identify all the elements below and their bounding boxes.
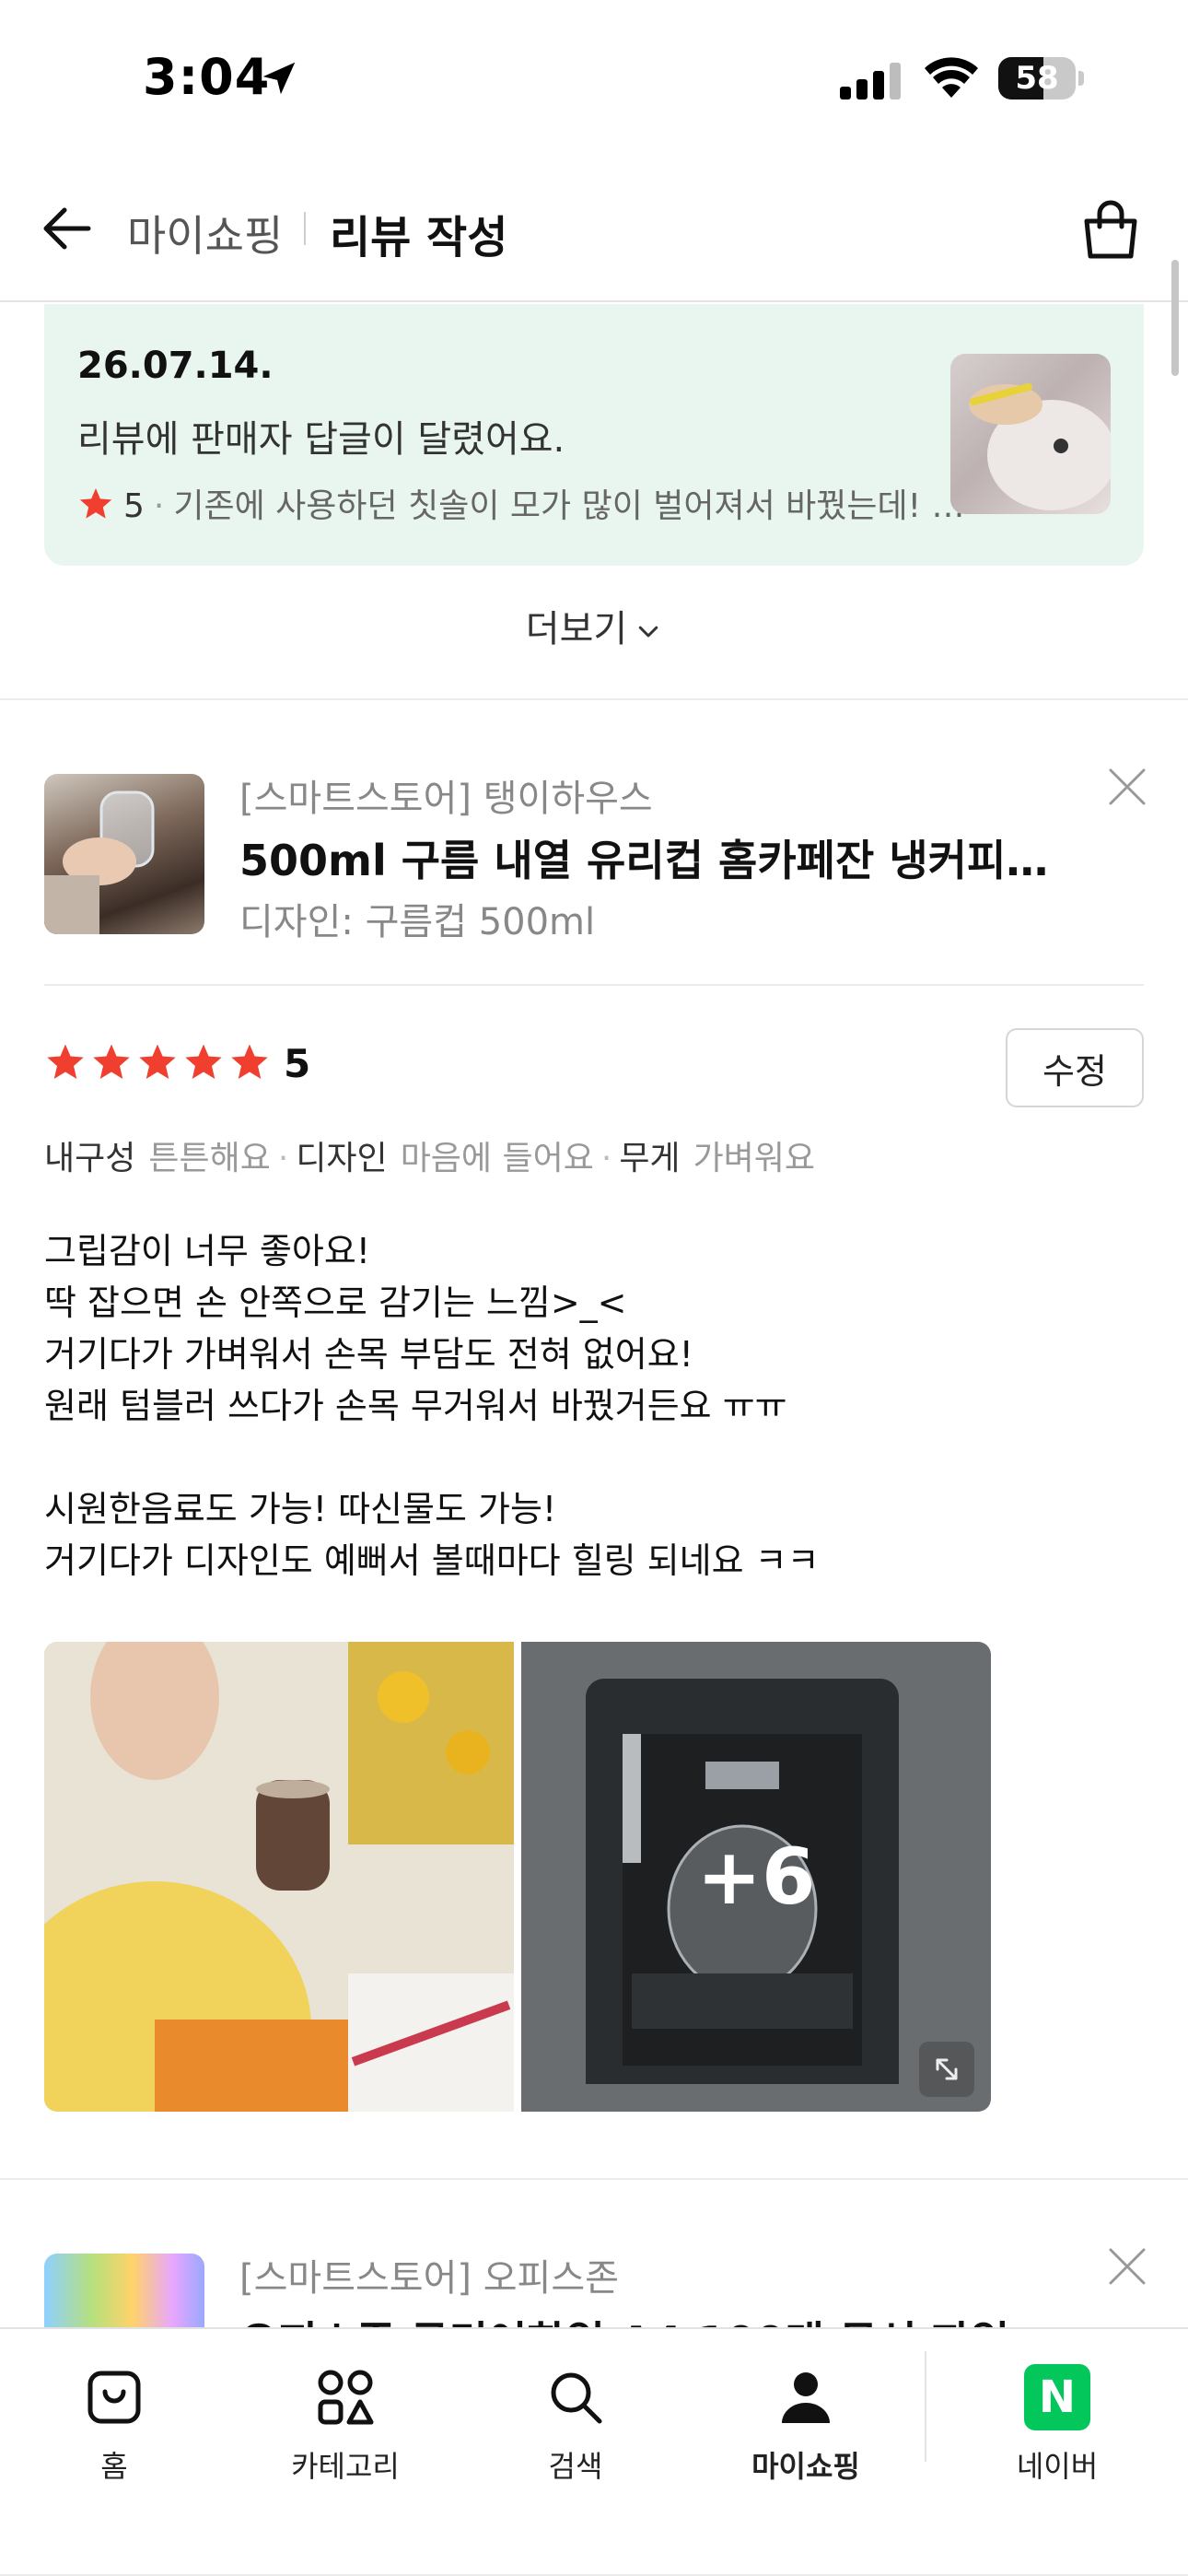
expand-icon[interactable] [919, 2042, 974, 2097]
breadcrumb-my-shopping[interactable]: 마이쇼핑 [127, 203, 283, 263]
cellular-signal-icon [840, 63, 901, 100]
product-option: 디자인: 구름컵 500ml [239, 901, 596, 943]
naver-n-icon: N [1024, 2364, 1090, 2430]
tab-label: 네이버 [1016, 2449, 1099, 2484]
notice-date: 26.07.14. [77, 345, 274, 387]
bottom-tab-bar: 홈 카테고리 검색 마이쇼핑 N 네이버 [0, 2327, 1188, 2576]
shopping-bag-icon[interactable] [1077, 197, 1144, 263]
star-icon [185, 1044, 222, 1080]
category-grid-icon [318, 2370, 374, 2425]
more-button[interactable]: 더보기 [0, 599, 1188, 652]
product-store: [스마트스토어] 오피스존 [239, 2257, 619, 2300]
attr-label: 무게 [619, 1140, 681, 1177]
notice-review-summary: 5 · 기존에 사용하던 칫솔이 모가 많이 벌어져서 바꿨는데! 만족해요 [77, 479, 971, 531]
home-bag-icon [87, 2371, 141, 2424]
chevron-down-icon [638, 626, 658, 638]
close-icon[interactable] [1107, 2246, 1147, 2287]
notice-rating: 5 [123, 487, 145, 525]
star-icon [231, 1044, 268, 1080]
scrollbar[interactable] [1171, 260, 1179, 376]
review-photo-more[interactable]: +6 [521, 1642, 991, 2112]
status-bar: 3:04 58 [0, 0, 1188, 157]
star-icon [47, 1044, 84, 1080]
notice-review-snippet: 기존에 사용하던 칫솔이 모가 많이 벌어져서 바꿨는데! 만족해요 [173, 487, 971, 525]
battery-percent: 58 [1015, 60, 1059, 97]
status-time: 3:04 [143, 48, 271, 106]
product-name[interactable]: 500ml 구름 내열 유리컵 홈카페잔 냉커피잔 아이스컵 [239, 827, 1068, 888]
search-icon [551, 2372, 602, 2424]
section-divider [0, 2178, 1188, 2180]
section-divider [0, 698, 1188, 700]
tab-naver[interactable]: N 네이버 [984, 2329, 1131, 2504]
rating-stars [44, 1041, 271, 1085]
rating-value: 5 [284, 1041, 311, 1086]
tab-category[interactable]: 카테고리 [272, 2329, 419, 2504]
review-attributes: 내구성 튼튼해요 · 디자인 마음에 들어요 · 무게 가벼워요 [44, 1140, 816, 1177]
attr-value: 튼튼해요 [148, 1140, 271, 1177]
location-arrow-icon [262, 62, 296, 95]
attr-value: 마음에 들어요 [400, 1140, 594, 1177]
star-icon [139, 1044, 176, 1080]
tab-label: 카테고리 [291, 2449, 400, 2484]
edit-review-button[interactable]: 수정 [1006, 1028, 1144, 1107]
review-line: 시원한음료도 가능! 따신물도 가능! [44, 1489, 557, 1529]
notice-message: 리뷰에 판매자 답글이 달렸어요. [77, 418, 565, 461]
review-line: 원래 텀블러 쓰다가 손목 무거워서 바꿨거든요 ㅠㅠ [44, 1386, 787, 1426]
review-body: 그립감이 너무 좋아요! 딱 잡으면 손 안쪽으로 감기는 느낌>_< 거기다가… [44, 1225, 1131, 1587]
seller-reply-notice[interactable]: 26.07.14. 리뷰에 판매자 답글이 달렸어요. 5 · 기존에 사용하던 칫… [44, 304, 1144, 566]
tab-home[interactable]: 홈 [41, 2329, 188, 2504]
tab-label: 마이쇼핑 [751, 2449, 860, 2484]
back-arrow-icon[interactable] [37, 199, 96, 258]
breadcrumb-divider [304, 212, 306, 245]
attr-value: 가벼워요 [693, 1140, 816, 1177]
tab-my-shopping[interactable]: 마이쇼핑 [732, 2329, 879, 2504]
product-thumbnail[interactable] [44, 774, 204, 934]
review-line: 딱 잡으면 손 안쪽으로 감기는 느낌>_< [44, 1282, 627, 1323]
review-line: 그립감이 너무 좋아요! [44, 1231, 371, 1271]
star-icon [79, 488, 112, 519]
star-icon [93, 1044, 130, 1080]
tab-label: 홈 [100, 2449, 128, 2484]
tab-divider [925, 2351, 926, 2462]
product-divider [44, 984, 1144, 986]
person-icon [782, 2372, 830, 2423]
notice-review-image[interactable] [950, 354, 1111, 514]
product-store: [스마트스토어] 탱이하우스 [239, 778, 653, 820]
wifi-icon [925, 57, 978, 98]
attr-label: 디자인 [296, 1140, 388, 1177]
battery-indicator: 58 [998, 57, 1084, 100]
review-line: 거기다가 가벼워서 손목 부담도 전혀 없어요! [44, 1334, 693, 1375]
review-line: 거기다가 디자인도 예뻐서 볼때마다 힐링 되네요 ㅋㅋ [44, 1540, 820, 1581]
tab-label: 검색 [548, 2449, 603, 2484]
attr-label: 내구성 [44, 1140, 136, 1177]
page-header: 마이쇼핑 리뷰 작성 [0, 157, 1188, 302]
review-photo[interactable] [44, 1642, 514, 2112]
page-title: 리뷰 작성 [330, 212, 508, 263]
close-icon[interactable] [1107, 767, 1147, 807]
more-label: 더보기 [525, 608, 628, 650]
tab-search[interactable]: 검색 [502, 2329, 649, 2504]
review-line [44, 1432, 1131, 1483]
